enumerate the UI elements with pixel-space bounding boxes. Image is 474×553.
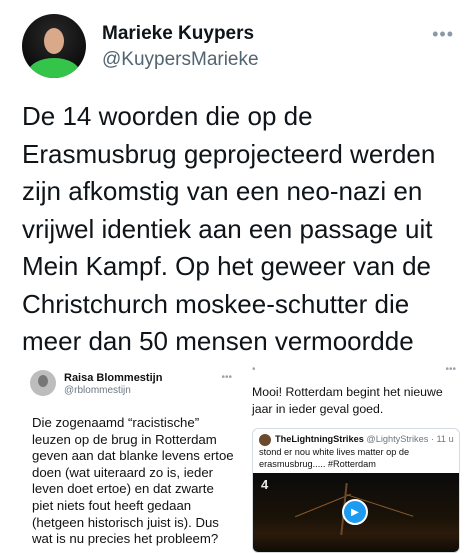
quote-author-handle: @LightyStrikes · 11 u	[366, 434, 454, 444]
raisa-handle: @rblommestijn	[64, 385, 131, 396]
raisa-avatar	[30, 370, 56, 396]
quote-more-icon: •••	[445, 364, 456, 375]
quote-header: TheLightningStrikes @LightyStrikes · 11 …	[275, 434, 454, 444]
avatar-shirt	[28, 58, 80, 78]
quote-avatar	[259, 434, 271, 446]
raisa-tweet-text: Die zogenaamd “racistische” leuzen op de…	[32, 415, 234, 547]
play-icon: ▶	[342, 499, 368, 525]
author-avatar[interactable]	[22, 14, 86, 78]
embedded-quote-card: TheLightningStrikes @LightyStrikes · 11 …	[252, 428, 460, 553]
raisa-name: Raisa Blommestijn	[64, 372, 163, 384]
quote-author-name: TheLightningStrikes	[275, 434, 364, 444]
raisa-more-icon: •••	[221, 372, 232, 383]
tweet-text: De 14 woorden die op de Erasmusbrug gepr…	[22, 101, 436, 394]
tweet-header: Marieke Kuypers @KuypersMarieke •••	[22, 14, 462, 78]
more-icon[interactable]: •••	[432, 24, 454, 45]
author-name[interactable]: Marieke Kuypers	[102, 23, 254, 45]
quote-tweet-text: Mooi! Rotterdam begint het nieuwe jaar i…	[252, 385, 443, 416]
screenshot-quote-tweet[interactable]: • ••• Mooi! Rotterdam begint het nieuwe …	[248, 360, 462, 553]
author-handle[interactable]: @KuypersMarieke	[102, 49, 259, 71]
channel-logo: 4	[261, 477, 269, 492]
avatar-placeholder-icon: •	[252, 364, 256, 375]
quote-video-thumbnail: 4 ▶	[253, 473, 459, 552]
quote-text: stond er nou white lives matter op de er…	[259, 447, 410, 469]
screenshot-raisa-tweet[interactable]: Raisa Blommestijn @rblommestijn ••• Die …	[22, 360, 240, 553]
avatar-face	[44, 28, 64, 54]
tweet-media[interactable]: Raisa Blommestijn @rblommestijn ••• Die …	[22, 360, 462, 553]
